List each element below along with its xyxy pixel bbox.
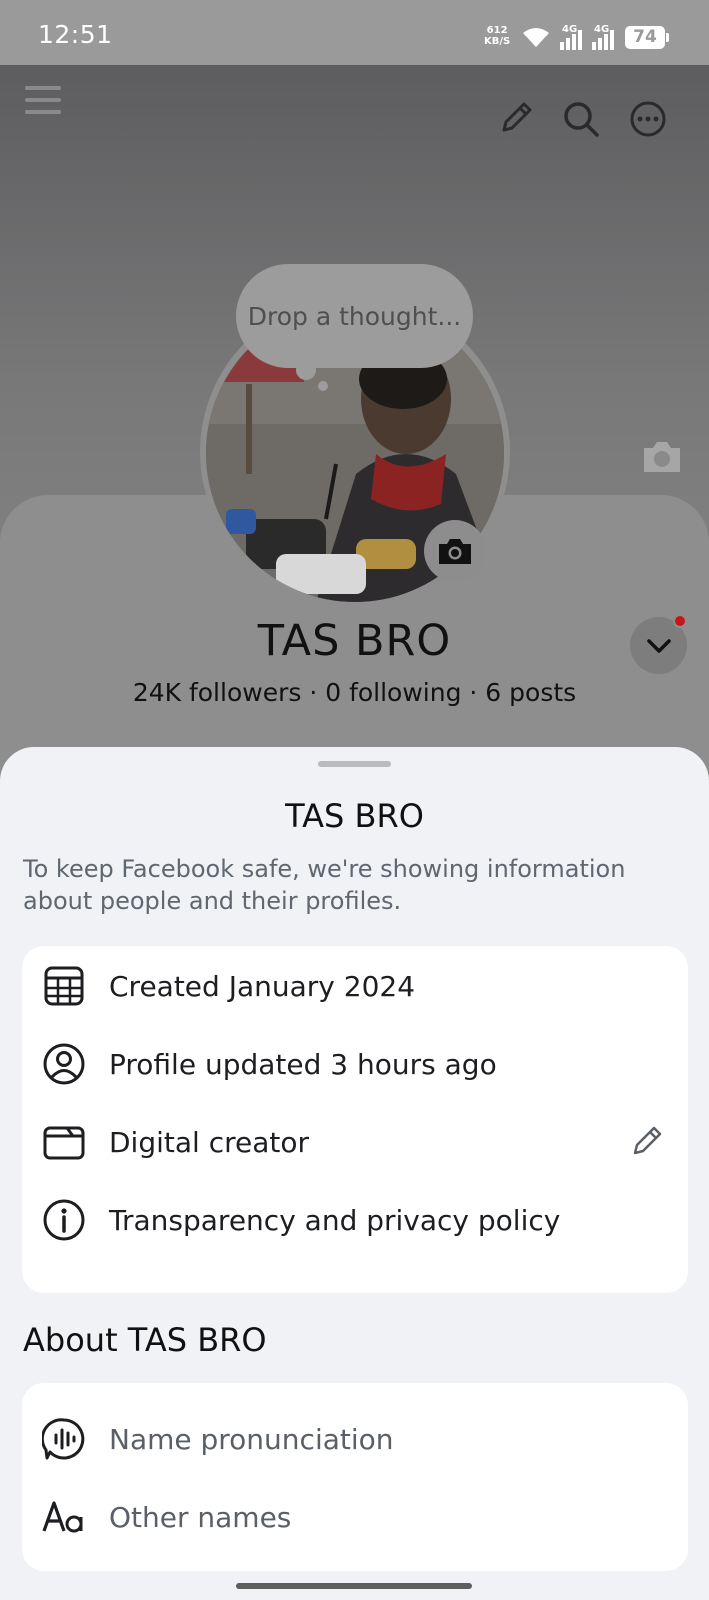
status-time: 12:51 bbox=[38, 20, 113, 49]
about-label: Name pronunciation bbox=[109, 1423, 394, 1456]
cover-camera-icon[interactable] bbox=[640, 438, 684, 476]
profile-name: TAS BRO bbox=[257, 616, 452, 666]
sheet-drag-handle[interactable] bbox=[318, 761, 391, 767]
camera-icon bbox=[439, 539, 471, 564]
sheet-description: To keep Facebook safe, we're showing inf… bbox=[23, 855, 626, 915]
thought-bubble[interactable]: Drop a thought... bbox=[236, 264, 473, 368]
signal-icon bbox=[560, 30, 582, 50]
search-icon[interactable] bbox=[562, 100, 600, 138]
info-label: Created January 2024 bbox=[109, 970, 416, 1003]
more-options-icon[interactable] bbox=[629, 100, 667, 138]
thought-bubble-tail bbox=[296, 360, 316, 380]
edit-icon[interactable] bbox=[498, 100, 534, 136]
wifi-icon bbox=[523, 28, 549, 47]
info-icon bbox=[43, 1199, 85, 1241]
category-folder-icon bbox=[43, 1126, 85, 1160]
battery-tip bbox=[666, 33, 669, 42]
info-row-category[interactable]: Digital creator bbox=[22, 1102, 688, 1180]
info-label: Digital creator bbox=[109, 1126, 310, 1159]
sheet-title: TAS BRO bbox=[285, 797, 424, 835]
thought-bubble-tail-small bbox=[318, 381, 328, 391]
notification-dot bbox=[673, 614, 687, 628]
info-label: Profile updated 3 hours ago bbox=[109, 1048, 497, 1081]
profile-circle-icon bbox=[43, 1043, 85, 1085]
about-row-pronunciation[interactable]: Name pronunciation bbox=[22, 1399, 688, 1477]
about-section-title: About TAS BRO bbox=[23, 1321, 267, 1359]
chevron-down-icon bbox=[646, 638, 671, 653]
edit-category-icon[interactable] bbox=[630, 1124, 664, 1158]
profile-info-card: Created January 2024 Profile updated 3 h… bbox=[22, 946, 688, 1293]
menu-icon[interactable] bbox=[24, 84, 62, 116]
about-card: Name pronunciation Other names bbox=[22, 1383, 688, 1571]
network-speed-unit: KB/S bbox=[484, 36, 511, 47]
about-label: Other names bbox=[109, 1501, 292, 1534]
home-indicator[interactable] bbox=[236, 1583, 472, 1589]
network-speed: 612 KB/S bbox=[484, 25, 510, 47]
calendar-icon bbox=[44, 966, 84, 1006]
avatar-camera-button[interactable] bbox=[424, 520, 486, 582]
network-speed-value: 612 bbox=[486, 25, 508, 36]
status-bar: 12:51 612 KB/S 4G 4G 74 bbox=[0, 0, 709, 65]
thought-placeholder: Drop a thought... bbox=[247, 301, 462, 331]
info-row-updated: Profile updated 3 hours ago bbox=[22, 1024, 688, 1102]
battery-level: 74 bbox=[625, 26, 665, 49]
text-aa-icon bbox=[42, 1501, 83, 1533]
profile-stats[interactable]: 24K followers · 0 following · 6 posts bbox=[0, 678, 709, 707]
about-row-other-names[interactable]: Other names bbox=[22, 1477, 688, 1555]
info-row-created: Created January 2024 bbox=[22, 946, 688, 1024]
info-row-transparency[interactable]: Transparency and privacy policy bbox=[22, 1180, 688, 1258]
pronunciation-icon bbox=[42, 1418, 85, 1460]
info-label: Transparency and privacy policy bbox=[109, 1204, 561, 1237]
signal-icon bbox=[592, 30, 614, 50]
